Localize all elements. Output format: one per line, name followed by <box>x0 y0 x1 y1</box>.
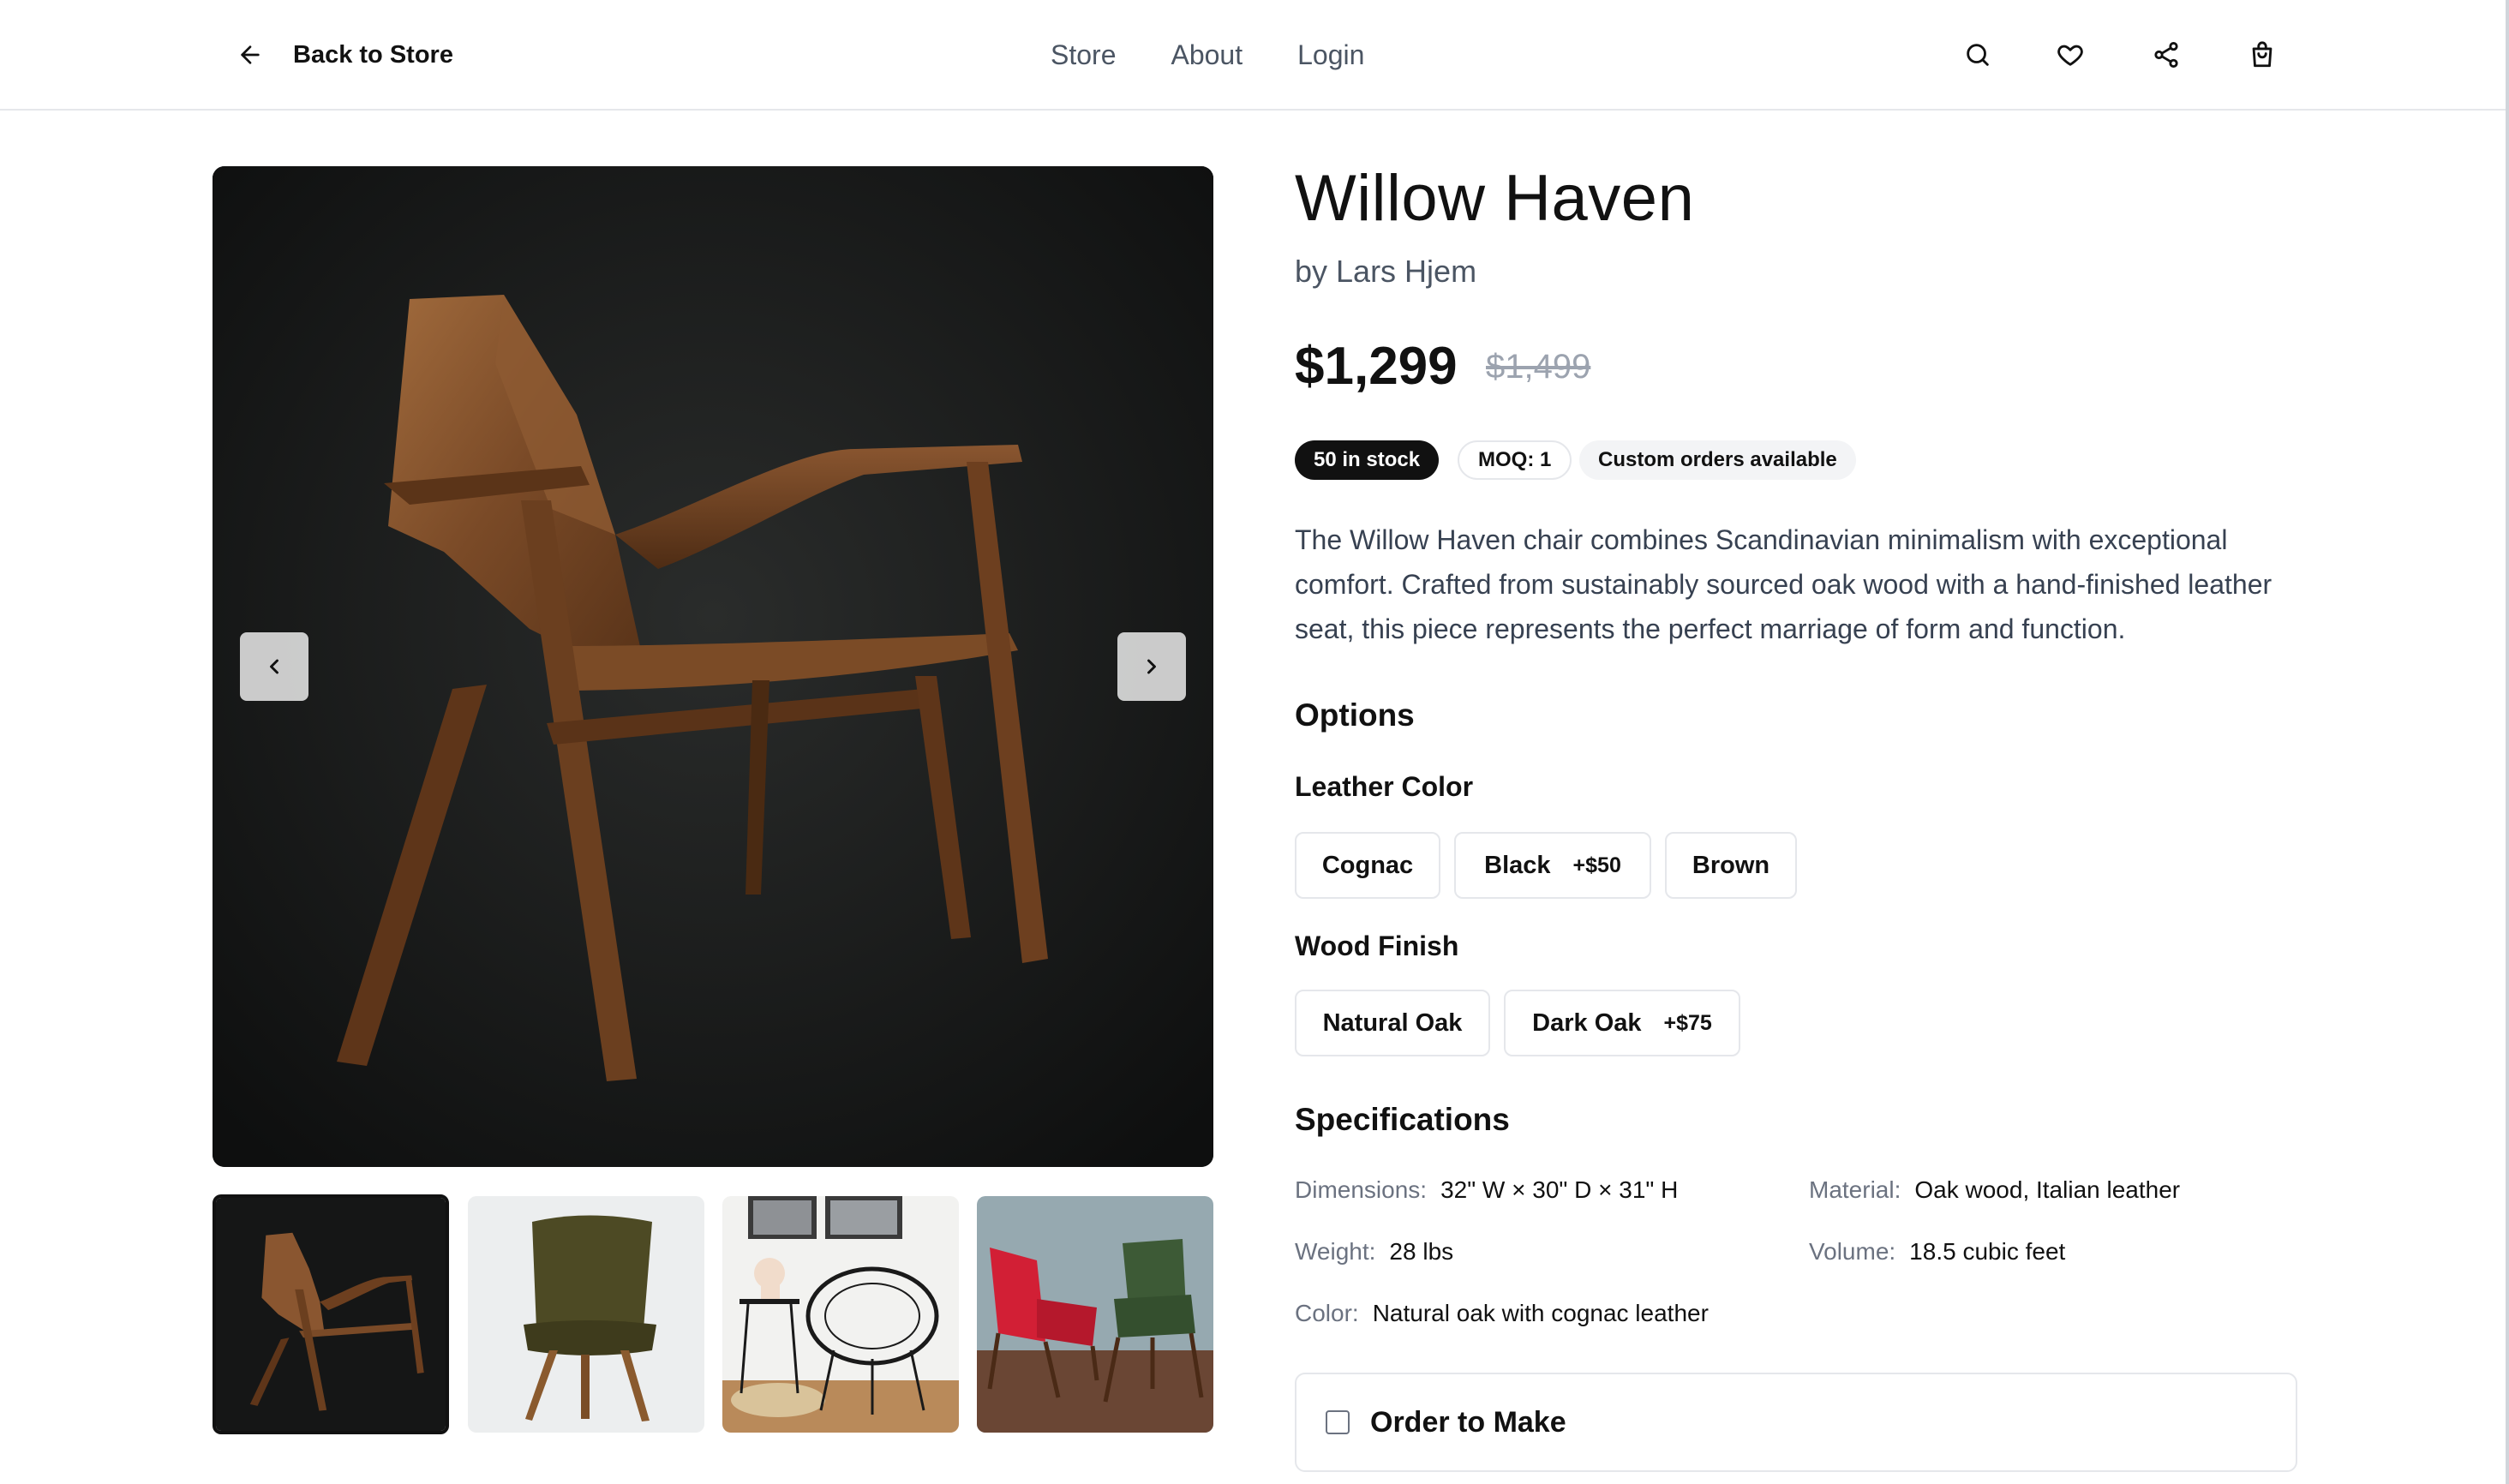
stock-badge: 50 in stock <box>1295 440 1440 480</box>
product-price: $1,299 <box>1295 337 1458 396</box>
next-image-button[interactable] <box>1117 632 1186 701</box>
original-price: $1,499 <box>1486 348 1591 386</box>
option-surcharge: +$75 <box>1663 1010 1712 1035</box>
heart-icon[interactable] <box>2053 38 2087 72</box>
leather-option-brown[interactable]: Brown <box>1665 832 1797 899</box>
spec-value: Natural oak with cognac leather <box>1372 1300 1709 1326</box>
spec-key: Weight: <box>1295 1238 1376 1265</box>
order-to-make-checkbox[interactable] <box>1326 1410 1350 1434</box>
spec-weight: Weight: 28 lbs <box>1295 1238 1453 1266</box>
red-and-green-armchairs-thumb <box>977 1196 1213 1433</box>
page-scrollbar[interactable] <box>2506 0 2509 1484</box>
moq-badge: MOQ: 1 <box>1458 440 1572 480</box>
shopping-bag-icon[interactable] <box>2245 38 2279 72</box>
thumbnail-black-wire-chair[interactable] <box>722 1196 959 1433</box>
option-name: Brown <box>1692 851 1770 879</box>
specifications-heading: Specifications <box>1295 1102 1510 1137</box>
wood-option-natural-oak[interactable]: Natural Oak <box>1295 990 1490 1056</box>
thumbnail-red-and-green-armchairs[interactable] <box>977 1196 1213 1433</box>
product-title: Willow Haven <box>1295 162 1695 235</box>
option-surcharge: +$50 <box>1572 853 1621 877</box>
olive-velvet-chair-thumb <box>468 1196 704 1433</box>
order-to-make-toggle[interactable]: Order to Make <box>1295 1373 2297 1472</box>
back-to-store-label: Back to Store <box>293 40 453 69</box>
spec-color: Color: Natural oak with cognac leather <box>1295 1300 1709 1327</box>
spec-value: 28 lbs <box>1389 1238 1454 1265</box>
product-description: The Willow Haven chair combines Scandina… <box>1295 524 2272 644</box>
top-navigation-bar: Back to Store Store About Login <box>0 0 2509 111</box>
main-product-image <box>213 166 1213 1167</box>
spec-key: Volume: <box>1809 1238 1896 1265</box>
spec-key: Material: <box>1809 1176 1901 1203</box>
wood-option-dark-oak[interactable]: Dark Oak +$75 <box>1504 990 1740 1056</box>
black-wire-chair-thumb <box>722 1196 959 1433</box>
thumbnail-olive-velvet-chair[interactable] <box>468 1196 704 1433</box>
option-name: Natural Oak <box>1322 1008 1463 1037</box>
leather-option-cognac[interactable]: Cognac <box>1295 832 1440 899</box>
wood-lounge-chair-photo <box>213 166 1213 1167</box>
spec-value: 18.5 cubic feet <box>1909 1238 2066 1265</box>
nav-about[interactable]: About <box>1171 39 1243 71</box>
spec-key: Dimensions: <box>1295 1176 1428 1203</box>
spec-dimensions: Dimensions: 32" W × 30" D × 31" H <box>1295 1176 1678 1204</box>
back-to-store-link[interactable]: Back to Store <box>237 34 453 75</box>
arrow-left-icon <box>241 45 260 64</box>
leather-color-label: Leather Color <box>1295 771 1474 802</box>
spec-key: Color: <box>1295 1300 1359 1326</box>
option-name: Cognac <box>1321 851 1414 879</box>
previous-image-button[interactable] <box>240 632 308 701</box>
thumbnail-wood-lounge-chair[interactable] <box>213 1194 449 1434</box>
nav-store[interactable]: Store <box>1051 39 1116 71</box>
spec-value: 32" W × 30" D × 31" H <box>1440 1176 1679 1203</box>
nav-login[interactable]: Login <box>1297 39 1364 71</box>
main-nav: Store About Login <box>1051 34 1364 75</box>
leather-option-black[interactable]: Black +$50 <box>1454 832 1651 899</box>
spec-volume: Volume: 18.5 cubic feet <box>1809 1238 2065 1266</box>
option-name: Black <box>1484 851 1551 879</box>
share-icon[interactable] <box>2149 38 2183 72</box>
wood-finish-label: Wood Finish <box>1295 930 1459 961</box>
option-name: Dark Oak <box>1532 1008 1642 1037</box>
spec-material: Material: Oak wood, Italian leather <box>1809 1176 2180 1204</box>
chevron-left-icon <box>270 659 278 674</box>
chevron-right-icon <box>1147 659 1156 674</box>
product-maker: by Lars Hjem <box>1295 254 1477 289</box>
options-heading: Options <box>1295 697 1415 733</box>
custom-orders-badge: Custom orders available <box>1579 440 1856 480</box>
search-icon[interactable] <box>1961 38 1995 72</box>
order-to-make-label: Order to Make <box>1370 1405 1566 1439</box>
spec-value: Oak wood, Italian leather <box>1914 1176 2181 1203</box>
wood-lounge-chair-thumb <box>216 1198 446 1431</box>
